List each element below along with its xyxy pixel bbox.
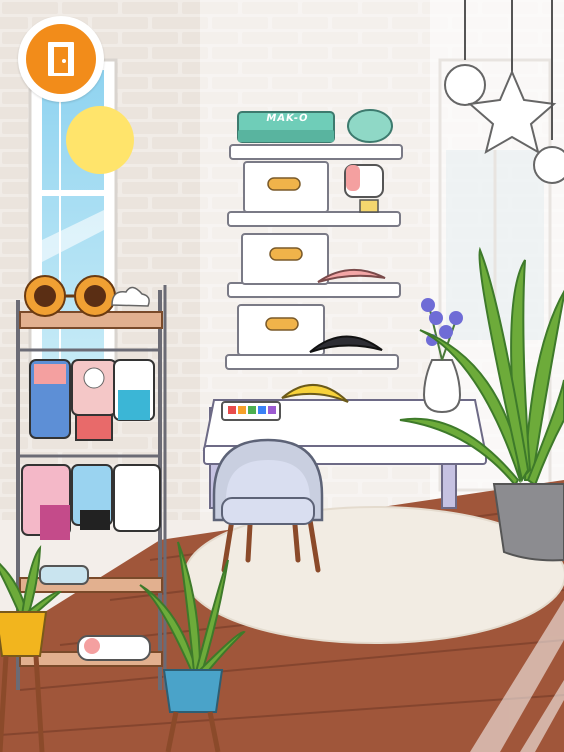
- vase[interactable]: [422, 359, 462, 414]
- round-box[interactable]: [347, 109, 393, 143]
- door-exit-icon: [48, 42, 74, 76]
- mako-box-label: MAK-O: [265, 113, 310, 124]
- shelf-bag[interactable]: [39, 565, 89, 585]
- room-scene: MAK-O: [0, 0, 564, 752]
- exit-button-face: [26, 24, 96, 94]
- white-shirt[interactable]: [113, 464, 161, 532]
- exit-button[interactable]: [18, 16, 104, 102]
- sun: [66, 106, 134, 174]
